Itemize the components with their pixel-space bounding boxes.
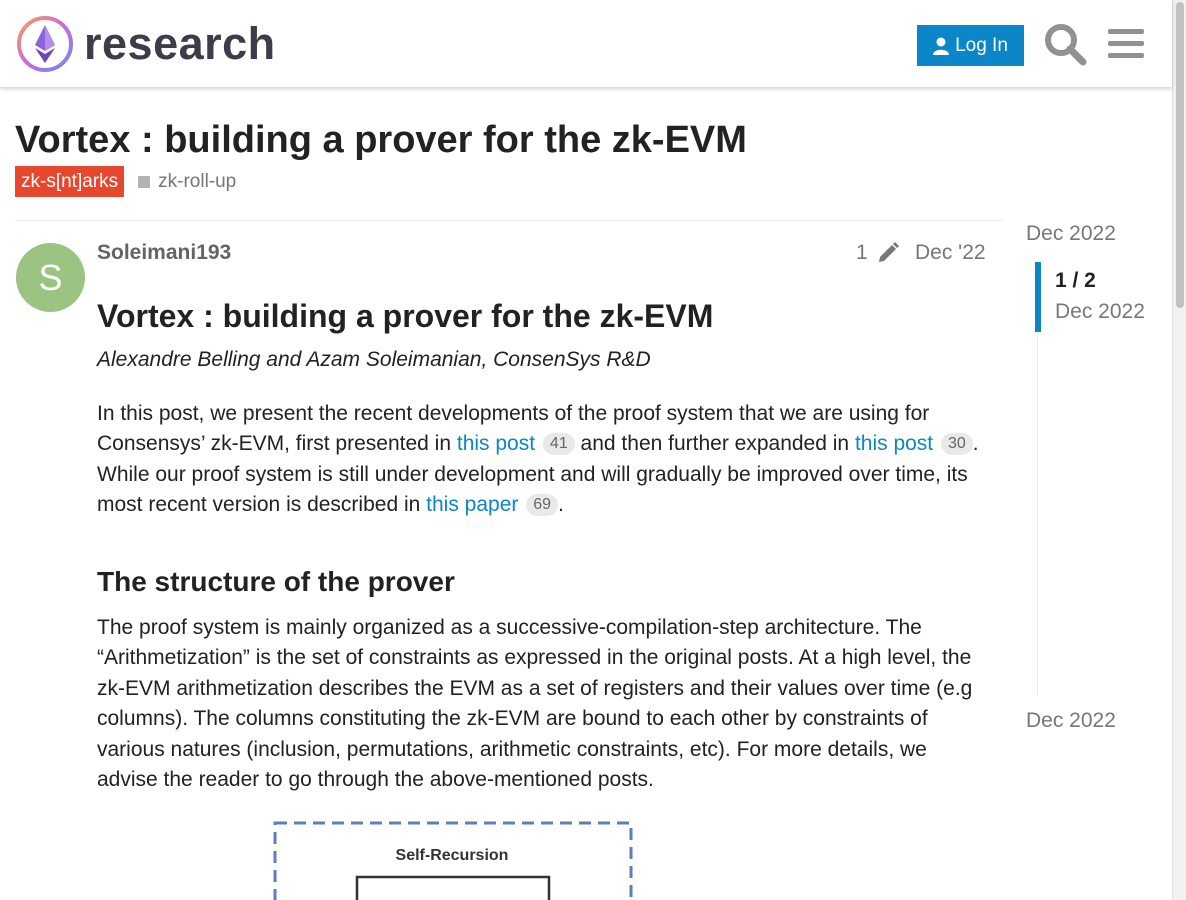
avatar[interactable]: S: [16, 243, 85, 312]
site-header: research Log In: [0, 0, 1172, 87]
intro-text: .: [558, 493, 564, 516]
link-click-count: 69: [526, 494, 559, 516]
intro-paragraph: In this post, we present the recent deve…: [97, 399, 992, 521]
scrollbar-thumb[interactable]: [1176, 2, 1184, 308]
edit-count: 1: [856, 241, 868, 264]
user-icon: [933, 37, 950, 55]
prover-diagram-image[interactable]: Self-Recursion: [273, 820, 635, 900]
login-button[interactable]: Log In: [917, 25, 1024, 66]
ethereum-research-logo-icon: [17, 16, 73, 72]
this-paper-link[interactable]: this paper: [426, 493, 518, 516]
tag-square-icon: [138, 175, 151, 188]
category-badge[interactable]: zk-s[nt]arks: [15, 166, 125, 197]
site-logo[interactable]: research: [16, 15, 276, 73]
section-paragraph: The proof system is mainly organized as …: [97, 615, 973, 792]
pencil-icon: [878, 242, 899, 262]
logo-text: research: [84, 18, 276, 69]
timeline-position-date: Dec 2022: [1055, 300, 1145, 323]
link-click-count: 41: [542, 433, 575, 455]
tag-label: zk-roll-up: [158, 170, 237, 192]
hamburger-menu-icon[interactable]: [1106, 24, 1146, 64]
search-icon[interactable]: [1043, 22, 1087, 66]
divider: [15, 220, 1003, 221]
timeline-handle[interactable]: [1035, 262, 1041, 332]
topic-tags: zk-s[nt]arks zk-roll-up: [15, 166, 236, 197]
page-scrollbar[interactable]: [1172, 0, 1186, 900]
link-click-count: 30: [941, 433, 973, 455]
topic-title[interactable]: Vortex : building a prover for the zk-EV…: [15, 119, 747, 162]
timeline-start-date[interactable]: Dec 2022: [1026, 222, 1116, 246]
tag-zk-roll-up[interactable]: zk-roll-up: [138, 171, 236, 193]
edit-history-button[interactable]: 1: [856, 241, 900, 265]
post-username[interactable]: Soleimani193: [97, 241, 231, 265]
post-date[interactable]: Dec '22: [915, 241, 986, 265]
timeline-position: 1 / 2: [1055, 269, 1096, 292]
login-label: Log In: [955, 34, 1008, 56]
intro-text: and then further expanded in: [574, 432, 855, 455]
post-body: Vortex : building a prover for the zk-EV…: [97, 296, 992, 796]
this-post-link-1[interactable]: this post: [457, 432, 535, 455]
post-authors: Alexandre Belling and Azam Soleimanian, …: [97, 348, 651, 371]
section-heading: The structure of the prover: [97, 565, 455, 597]
diagram-label: Self-Recursion: [395, 847, 509, 864]
post-heading: Vortex : building a prover for the zk-EV…: [97, 298, 714, 334]
timeline-end-date[interactable]: Dec 2022: [1026, 709, 1116, 733]
this-post-link-2[interactable]: this post: [855, 432, 933, 455]
